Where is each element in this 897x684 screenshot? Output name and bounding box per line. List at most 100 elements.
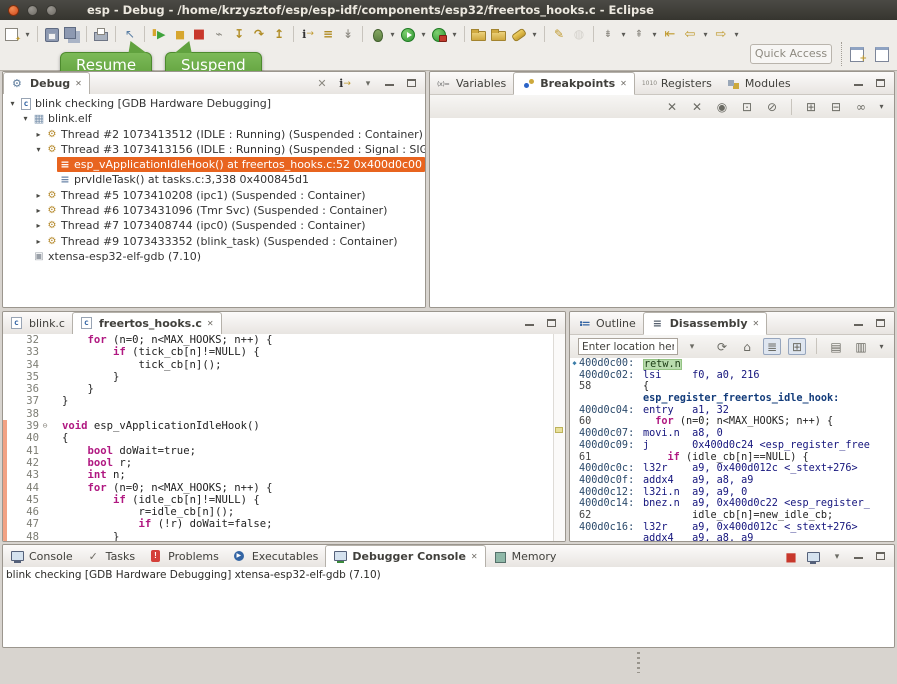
step-return-button[interactable]: ↥ [270,26,288,43]
tab-freertos-hooks-c[interactable]: freertos_hooks.c ✕ [72,312,222,335]
display-selected-console-button[interactable] [806,550,822,563]
external-tools-menu-button[interactable]: ▾ [450,26,459,43]
editor-gutter[interactable]: 48 [3,531,57,541]
previous-annotation-button[interactable]: ⇞ [630,26,648,43]
editor-gutter[interactable]: 43 [3,469,57,481]
fold-icon[interactable] [39,371,51,383]
expander-icon[interactable]: ▸ [33,203,44,218]
debug-tree-row[interactable]: prvIdleTask() at tasks.c:3,338 0x400845d… [3,172,425,187]
tab-outline[interactable]: Outline [570,313,643,334]
back-button[interactable]: ⇦ [681,26,699,43]
expand-all-button[interactable]: ⊞ [802,98,820,115]
editor-gutter[interactable]: 37 [3,395,57,407]
fold-icon[interactable] [39,445,51,457]
show-supported-breakpoints-button[interactable]: ◉ [713,98,731,115]
suspend-button[interactable]: ▮▮ [170,26,188,43]
tab-disassembly[interactable]: Disassembly ✕ [643,312,767,335]
terminate-button[interactable]: ■ [190,26,208,43]
save-button[interactable] [43,26,61,43]
fold-icon[interactable] [39,346,51,358]
fold-icon[interactable] [39,408,51,420]
debug-tree-row[interactable]: ▸ Thread #2 1073413512 (IDLE : Running) … [3,127,425,142]
group-by-button[interactable]: ∞ [852,98,870,115]
tab-memory[interactable]: Memory [486,546,564,567]
minimize-button[interactable] [523,317,537,330]
debug-tree-row[interactable]: ▸ Thread #5 1073410208 (ipc1) (Suspended… [3,188,425,203]
debug-tree-row[interactable]: ▾ Thread #3 1073413156 (IDLE : Running) … [3,142,425,157]
expander-icon[interactable]: ▾ [33,142,44,157]
editor-gutter[interactable]: 41 [3,445,57,457]
last-edit-location-button[interactable]: ⇤ [661,26,679,43]
open-perspective-button[interactable] [848,44,866,62]
instruction-stepping-button[interactable] [299,26,317,43]
fold-icon[interactable] [39,395,51,407]
fold-icon[interactable] [39,506,51,518]
window-close-button[interactable] [8,5,19,16]
fold-icon[interactable] [39,494,51,506]
editor-gutter[interactable]: 39⊖ [3,420,57,432]
search-button[interactable] [510,26,528,43]
link-with-debug-view-button[interactable]: ⊡ [738,98,756,115]
expander-icon[interactable]: ▸ [33,127,44,142]
fold-icon[interactable] [39,359,51,371]
maximize-button[interactable] [874,317,888,330]
window-minimize-button[interactable] [27,5,38,16]
disconnect-button[interactable]: ⌁ [210,26,228,43]
editor-gutter[interactable]: 46 [3,506,57,518]
fold-icon[interactable] [39,531,51,541]
tab-blink-c[interactable]: blink.c [3,313,72,334]
expander-icon[interactable]: ▸ [33,234,44,249]
skip-all-breakpoints-button[interactable]: ⊘ [763,98,781,115]
editor-gutter[interactable]: 38 [3,408,57,420]
pin-view-button[interactable]: ▥ [852,338,870,355]
code-editor[interactable]: 32 for (n=0; n<MAX_HOOKS; n++) { 33 if (… [3,334,565,541]
editor-gutter[interactable]: 42 [3,457,57,469]
tab-close-icon[interactable]: ✕ [207,319,214,328]
tab-close-icon[interactable]: ✕ [75,79,82,88]
debugger-console-output[interactable]: blink checking [GDB Hardware Debugging] … [3,567,894,647]
debug-menu-button[interactable]: ▾ [388,26,397,43]
quick-access-field[interactable]: Quick Access [750,44,832,64]
overview-marker[interactable] [555,427,563,433]
maximize-button[interactable] [874,550,888,563]
external-tools-button[interactable] [430,26,448,43]
fold-icon[interactable] [39,469,51,481]
cpp-perspective-button[interactable] [873,44,891,62]
editor-gutter[interactable]: 40 [3,432,57,444]
collapse-all-button[interactable]: ⊟ [827,98,845,115]
fold-icon[interactable] [39,457,51,469]
editor-gutter[interactable]: 33 [3,346,57,358]
tab-executables[interactable]: Executables [226,546,326,567]
drop-to-frame-button[interactable]: ≡ [319,26,337,43]
debug-button[interactable] [368,26,386,43]
tab-close-icon[interactable]: ✕ [471,552,478,561]
expander-icon[interactable]: ▸ [33,188,44,203]
debug-tree-row[interactable]: ▾ blink checking [GDB Hardware Debugging… [3,96,425,111]
step-into-button[interactable]: ↧ [230,26,248,43]
expander-icon[interactable]: ▾ [20,111,31,126]
window-maximize-button[interactable] [46,5,57,16]
fold-icon[interactable] [39,518,51,530]
tab-variables[interactable]: Variables [430,73,513,94]
debug-tree-row[interactable]: esp_vApplicationIdleHook() at freertos_h… [3,157,425,172]
remove-all-terminated-button[interactable]: ✕ [315,77,329,90]
tab-console[interactable]: Console [3,546,80,567]
expander-icon[interactable]: ▾ [7,96,18,111]
tab-modules[interactable]: Modules [719,73,798,94]
open-new-view-button[interactable]: ▤ [827,338,845,355]
track-expression-button[interactable]: ⊞ [788,338,806,355]
debug-tree-row[interactable]: ▸ Thread #9 1073433352 (blink_task) (Sus… [3,234,425,249]
debug-tree-row[interactable]: xtensa-esp32-elf-gdb (7.10) [3,249,425,264]
refresh-button[interactable]: ⟳ [713,338,731,355]
editor-gutter[interactable]: 34 [3,359,57,371]
instruction-stepping-button[interactable] [337,77,353,90]
editor-gutter[interactable]: 47 [3,518,57,530]
debug-tree-row[interactable]: ▸ Thread #6 1073431096 (Tmr Svc) (Suspen… [3,203,425,218]
statusbar-grip[interactable] [637,652,640,673]
forward-menu-button[interactable]: ▾ [732,26,741,43]
open-element-button[interactable] [470,26,488,43]
expander-icon[interactable]: ▸ [33,218,44,233]
terminate-button[interactable]: ■ [784,550,798,563]
remove-all-breakpoints-button[interactable]: ✕ [688,98,706,115]
view-menu-button[interactable]: ▾ [877,98,886,115]
